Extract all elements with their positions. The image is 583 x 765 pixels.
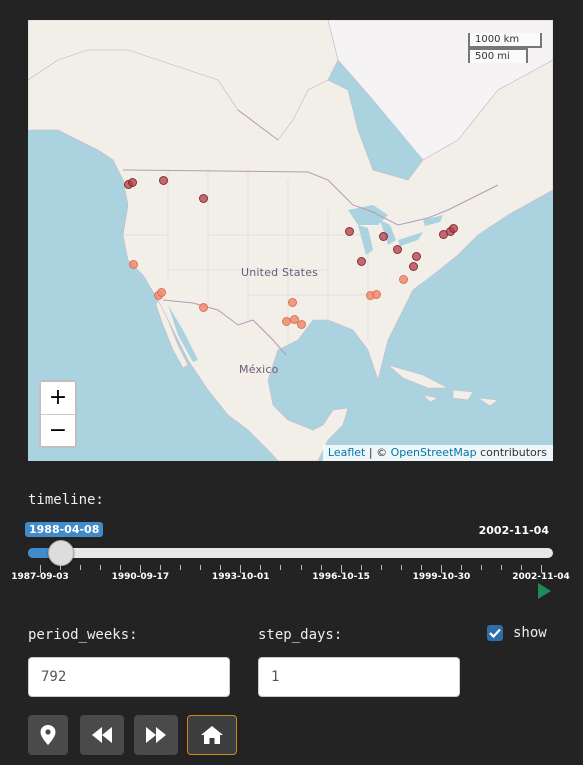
step-days-label: step_days:	[258, 627, 343, 643]
timeline-max-value: 2002-11-04	[478, 524, 549, 537]
tick-minor	[200, 565, 202, 570]
map-marker[interactable]	[288, 298, 297, 307]
show-checkbox[interactable]	[487, 625, 503, 641]
home-icon	[201, 726, 223, 744]
tick-minor	[400, 565, 402, 570]
map[interactable]: United States México 1000 km 500 mi + − …	[28, 20, 553, 461]
timeline-current-value: 1988-04-08	[25, 522, 104, 537]
scale-mi: 500 mi	[468, 48, 528, 63]
tick-label: 1987-09-03	[11, 572, 69, 582]
tick-minor	[100, 565, 102, 570]
map-marker[interactable]	[393, 245, 402, 254]
map-marker[interactable]	[297, 320, 306, 329]
tick-minor	[60, 565, 62, 570]
tick-label: 1990-09-17	[111, 572, 170, 582]
tick-minor	[480, 565, 482, 570]
map-marker[interactable]	[129, 260, 138, 269]
tick-label: 1993-10-01	[211, 572, 270, 582]
map-marker[interactable]	[372, 290, 381, 299]
check-icon	[489, 628, 501, 638]
map-label-united-states: United States	[241, 266, 319, 279]
map-marker[interactable]	[159, 176, 168, 185]
leaflet-link[interactable]: Leaflet	[328, 446, 365, 459]
tick-minor	[520, 565, 522, 570]
timeline-label: timeline:	[28, 492, 104, 508]
tick-minor	[160, 565, 162, 570]
tick-minor	[220, 565, 222, 570]
tick-minor	[500, 565, 502, 570]
map-marker[interactable]	[199, 303, 208, 312]
home-button[interactable]	[187, 715, 237, 755]
attribution-suffix: contributors	[476, 446, 547, 459]
tick-minor	[460, 565, 462, 570]
locate-button[interactable]	[28, 715, 68, 755]
map-scale: 1000 km 500 mi	[468, 33, 542, 63]
tick-minor	[80, 565, 82, 570]
map-marker[interactable]	[412, 252, 421, 261]
map-marker-icon	[40, 725, 56, 745]
timeline-handle[interactable]	[47, 540, 74, 566]
timeline-track[interactable]	[28, 548, 553, 558]
map-marker[interactable]	[128, 178, 137, 187]
tick-minor	[300, 565, 302, 570]
zoom-in-button[interactable]: +	[41, 382, 75, 414]
map-marker[interactable]	[449, 224, 458, 233]
scale-km: 1000 km	[468, 33, 542, 48]
tick-minor	[180, 565, 182, 570]
basemap	[28, 20, 553, 461]
tick-minor	[280, 565, 282, 570]
zoom-out-button[interactable]: −	[41, 414, 75, 446]
map-marker[interactable]	[409, 262, 418, 271]
tick-label: 2002-11-04	[512, 572, 570, 582]
map-label-mexico: México	[239, 363, 279, 376]
tick-minor	[260, 565, 262, 570]
step-forward-button[interactable]	[134, 715, 178, 755]
map-marker[interactable]	[357, 257, 366, 266]
map-marker[interactable]	[157, 288, 166, 297]
map-marker[interactable]	[399, 275, 408, 284]
step-days-input[interactable]	[258, 657, 460, 697]
map-attribution: Leaflet | © OpenStreetMap contributors	[322, 445, 553, 461]
tick-minor	[320, 565, 322, 570]
tick-minor	[360, 565, 362, 570]
tick-minor	[420, 565, 422, 570]
backward-icon	[92, 727, 112, 743]
attribution-separator: | ©	[365, 446, 391, 459]
step-back-button[interactable]	[80, 715, 124, 755]
play-icon[interactable]	[538, 583, 551, 599]
map-marker[interactable]	[199, 194, 208, 203]
show-toggle[interactable]: show	[487, 625, 547, 641]
osm-link[interactable]: OpenStreetMap	[391, 446, 477, 459]
zoom-control: + −	[39, 380, 77, 448]
map-marker[interactable]	[345, 227, 354, 236]
tick-label: 1996-10-15	[312, 572, 370, 582]
period-weeks-label: period_weeks:	[28, 627, 138, 643]
period-weeks-input[interactable]	[28, 657, 230, 697]
forward-icon	[146, 727, 166, 743]
tick-minor	[380, 565, 382, 570]
map-marker[interactable]	[379, 232, 388, 241]
tick-label: 1999-10-30	[412, 572, 471, 582]
tick-minor	[120, 565, 122, 570]
show-label: show	[513, 625, 547, 641]
